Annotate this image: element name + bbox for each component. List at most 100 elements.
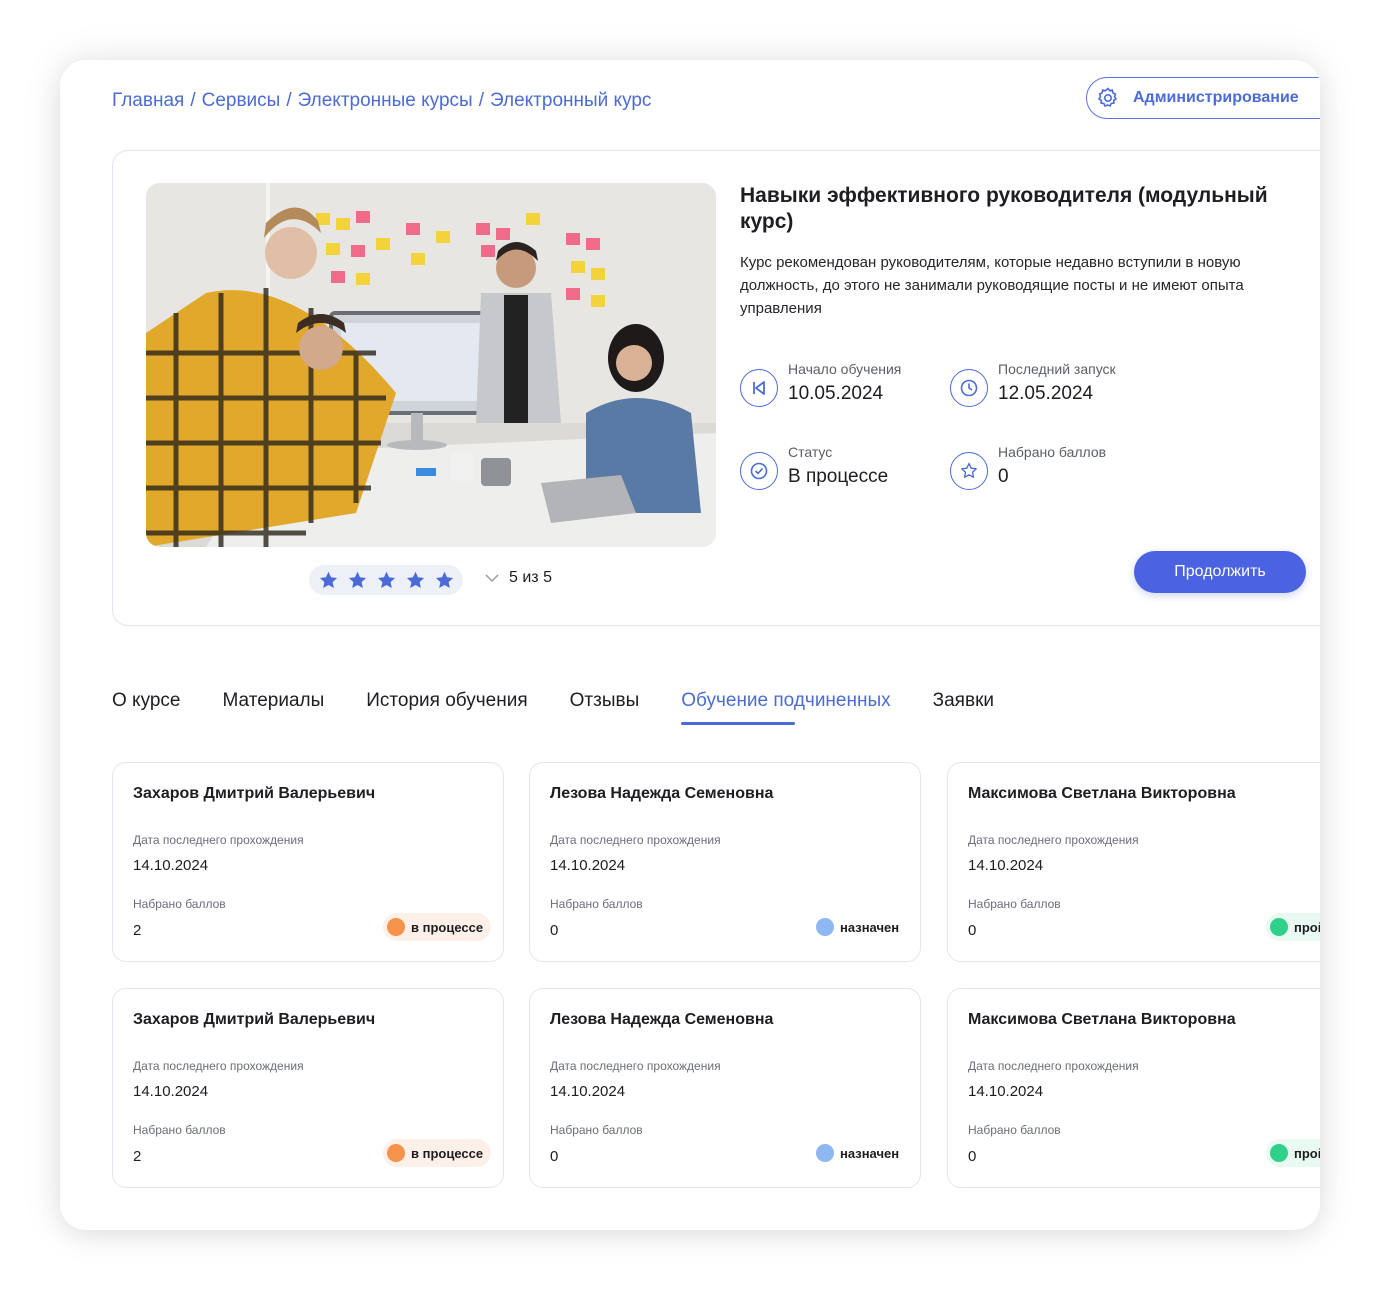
last-pass-date-label: Дата последнего прохождения [968, 833, 1139, 847]
subordinate-card[interactable]: Максимова Светлана Викторовна Дата после… [947, 762, 1320, 962]
subordinate-card[interactable]: Лезова Надежда Семеновна Дата последнего… [529, 988, 921, 1188]
meta-label: Последний запуск [998, 361, 1116, 377]
gear-icon [1095, 85, 1121, 111]
chevron-down-icon [485, 574, 499, 583]
score-label: Набрано баллов [968, 1123, 1061, 1137]
status-badge: назначен [812, 913, 908, 941]
meta-value: В процессе [788, 466, 889, 487]
star-icon [950, 452, 988, 490]
breadcrumb-separator: / [478, 90, 484, 111]
meta-value: 0 [998, 466, 1009, 487]
status-badge: в процессе [383, 913, 492, 941]
administration-button[interactable]: Администрирование [1086, 77, 1320, 119]
tab-history[interactable]: История обучения [366, 690, 527, 712]
tab-materials[interactable]: Материалы [223, 690, 325, 712]
tab-subordinates-label: Обучение подчиненных [681, 690, 891, 711]
star-icon[interactable] [318, 570, 339, 591]
status-badge: пройден [1266, 913, 1320, 941]
last-pass-date-label: Дата последнего прохождения [550, 1059, 721, 1073]
last-pass-date-label: Дата последнего прохождения [968, 1059, 1139, 1073]
breadcrumb-home[interactable]: Главная [112, 90, 184, 112]
meta-value: 12.05.2024 [998, 383, 1094, 404]
status-label: в процессе [411, 919, 484, 935]
subordinate-card[interactable]: Захаров Дмитрий Валерьевич Дата последне… [112, 988, 504, 1188]
breadcrumb-separator: / [190, 90, 196, 111]
status-badge: назначен [812, 1139, 908, 1167]
clock-icon [950, 369, 988, 407]
score-label: Набрано баллов [133, 897, 226, 911]
status-label: пройден [1294, 919, 1320, 935]
app-frame: Главная / Сервисы / Электронные курсы / … [60, 60, 1320, 1230]
rating-value: 5 из 5 [509, 569, 552, 586]
breadcrumb-courses[interactable]: Электронные курсы [298, 90, 473, 112]
star-icon[interactable] [434, 570, 455, 591]
subordinate-name: Захаров Дмитрий Валерьевич [133, 1011, 376, 1028]
rating-stars[interactable] [309, 565, 463, 595]
subordinate-card[interactable]: Максимова Светлана Викторовна Дата после… [947, 988, 1320, 1188]
status-label: назначен [840, 1145, 900, 1161]
status-dot [816, 918, 834, 936]
status-dot [1270, 918, 1288, 936]
breadcrumb: Главная / Сервисы / Электронные курсы / … [112, 90, 651, 112]
score-value: 0 [550, 922, 559, 939]
breadcrumb-services[interactable]: Сервисы [202, 90, 281, 112]
status-dot [816, 1144, 834, 1162]
breadcrumb-separator: / [286, 90, 292, 111]
meta-status: Статус В процессе [740, 444, 888, 490]
check-circle-icon [740, 452, 778, 490]
meta-label: Набрано баллов [998, 444, 1107, 460]
score-value: 0 [968, 1148, 977, 1165]
star-icon[interactable] [376, 570, 397, 591]
status-badge: в процессе [383, 1139, 492, 1167]
last-pass-date: 14.10.2024 [968, 1083, 1044, 1100]
status-label: пройден [1294, 1145, 1320, 1161]
course-title: Навыки эффективного руководителя (модуль… [740, 184, 1268, 233]
score-label: Набрано баллов [133, 1123, 226, 1137]
star-icon[interactable] [405, 570, 426, 591]
meta-score: Набрано баллов 0 [950, 444, 1106, 490]
tab-reviews[interactable]: Отзывы [570, 690, 640, 712]
status-label: в процессе [411, 1145, 484, 1161]
subordinate-card[interactable]: Лезова Надежда Семеновна Дата последнего… [529, 762, 921, 962]
score-value: 0 [550, 1148, 559, 1165]
tab-about[interactable]: О курсе [112, 690, 181, 712]
last-pass-date: 14.10.2024 [968, 857, 1044, 874]
subordinate-name: Захаров Дмитрий Валерьевич [133, 785, 376, 802]
last-pass-date-label: Дата последнего прохождения [550, 833, 721, 847]
meta-start: Начало обучения 10.05.2024 [740, 361, 901, 407]
tab-subordinates[interactable]: Обучение подчиненных [681, 690, 891, 725]
continue-button[interactable]: Продолжить [1134, 551, 1306, 593]
score-value: 2 [133, 1148, 142, 1165]
star-icon[interactable] [347, 570, 368, 591]
rating-dropdown[interactable]: 5 из 5 [485, 569, 552, 587]
tab-bar: О курсе Материалы История обучения Отзыв… [112, 690, 1036, 725]
status-label: назначен [840, 919, 900, 935]
administration-label: Администрирование [1133, 89, 1299, 106]
last-pass-date: 14.10.2024 [550, 857, 626, 874]
score-label: Набрано баллов [968, 897, 1061, 911]
subordinate-name: Лезова Надежда Семеновна [550, 1011, 774, 1028]
active-tab-indicator [681, 722, 796, 725]
status-dot [387, 918, 405, 936]
last-pass-date: 14.10.2024 [133, 857, 209, 874]
status-badge: пройден [1266, 1139, 1320, 1167]
meta-label: Статус [788, 444, 833, 460]
score-label: Набрано баллов [550, 897, 643, 911]
last-pass-date-label: Дата последнего прохождения [133, 1059, 304, 1073]
subordinate-card[interactable]: Захаров Дмитрий Валерьевич Дата последне… [112, 762, 504, 962]
subordinate-name: Максимова Светлана Викторовна [968, 1011, 1236, 1028]
subordinate-name: Максимова Светлана Викторовна [968, 785, 1236, 802]
skip-back-icon [740, 369, 778, 407]
breadcrumb-current[interactable]: Электронный курс [490, 90, 651, 112]
tab-requests[interactable]: Заявки [933, 690, 994, 712]
score-label: Набрано баллов [550, 1123, 643, 1137]
meta-value: 10.05.2024 [788, 383, 884, 404]
meta-last-launch: Последний запуск 12.05.2024 [950, 361, 1116, 407]
score-value: 0 [968, 922, 977, 939]
last-pass-date: 14.10.2024 [133, 1083, 209, 1100]
course-photo [146, 183, 716, 547]
subordinate-name: Лезова Надежда Семеновна [550, 785, 774, 802]
meta-label: Начало обучения [788, 361, 902, 377]
score-value: 2 [133, 922, 142, 939]
status-dot [1270, 1144, 1288, 1162]
